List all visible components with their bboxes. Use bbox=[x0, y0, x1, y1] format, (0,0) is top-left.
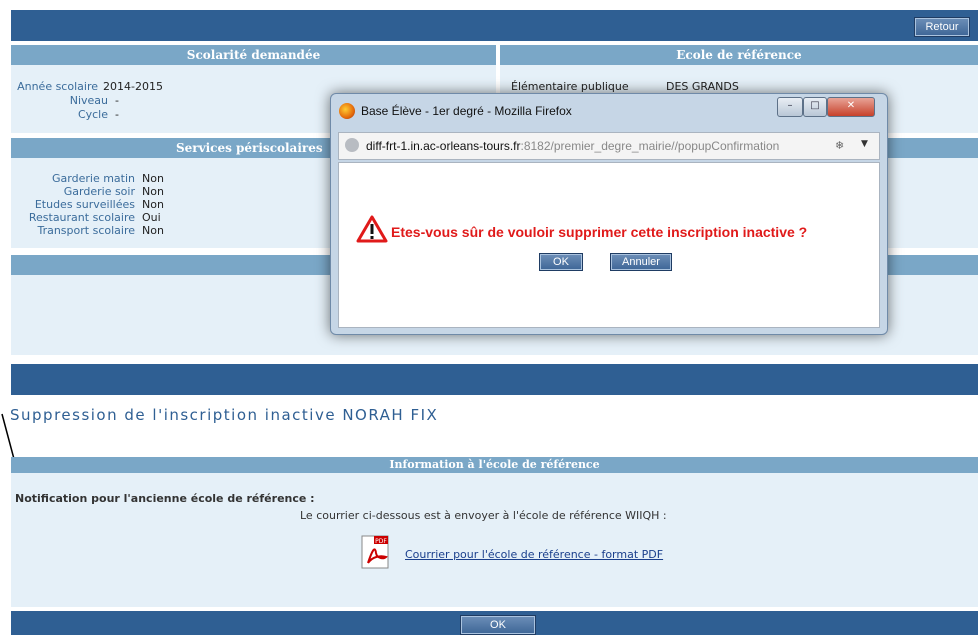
annee-value: 2014-2015 bbox=[103, 80, 163, 93]
top-bar bbox=[11, 10, 978, 41]
ecole-header: Ecole de référence bbox=[500, 45, 978, 65]
url-host: diff-frt-1.in.ac-orleans-tours.fr bbox=[366, 139, 521, 153]
service-label: Etudes surveillées bbox=[34, 198, 135, 211]
dropdown-icon[interactable]: ▼ bbox=[861, 139, 868, 149]
service-value: Non bbox=[142, 172, 164, 185]
ok-button[interactable]: OK bbox=[460, 615, 536, 635]
retour-button[interactable]: Retour bbox=[914, 17, 970, 37]
dialog-annuler-button[interactable]: Annuler bbox=[610, 253, 672, 271]
dialog-ok-button[interactable]: OK bbox=[539, 253, 583, 271]
pdf-link[interactable]: Courrier pour l'école de référence - for… bbox=[405, 549, 663, 560]
cycle-label: Cycle bbox=[77, 108, 108, 121]
close-button[interactable]: ✕ bbox=[827, 97, 875, 117]
annee-label: Année scolaire bbox=[17, 80, 98, 93]
service-label: Restaurant scolaire bbox=[28, 211, 135, 224]
courrier-text: Le courrier ci-dessous est à envoyer à l… bbox=[300, 509, 667, 522]
ecole-name: DES GRANDS bbox=[666, 80, 739, 93]
service-label: Garderie matin bbox=[52, 172, 135, 185]
addon-icon[interactable]: ❄ bbox=[835, 139, 844, 152]
service-value: Non bbox=[142, 185, 164, 198]
dialog-title: Base Élève - 1er degré - Mozilla Firefox bbox=[361, 104, 572, 118]
warning-icon bbox=[356, 215, 388, 243]
dialog-content: Etes-vous sûr de vouloir supprimer cette… bbox=[338, 162, 880, 328]
information-panel bbox=[11, 457, 978, 607]
confirm-message: Etes-vous sûr de vouloir supprimer cette… bbox=[391, 224, 808, 240]
service-value: Non bbox=[142, 198, 164, 211]
pdf-icon-text: PDF bbox=[375, 538, 387, 545]
information-header: Information à l'école de référence bbox=[11, 457, 978, 473]
url-bar[interactable]: diff-frt-1.in.ac-orleans-tours.fr:8182/p… bbox=[338, 132, 880, 160]
confirm-dialog: Base Élève - 1er degré - Mozilla Firefox… bbox=[330, 93, 888, 335]
url-rest: :8182/premier_degre_mairie//popupConfirm… bbox=[520, 139, 780, 153]
maximize-button[interactable]: □ bbox=[803, 97, 827, 117]
section-bar bbox=[11, 364, 978, 395]
niveau-label: Niveau bbox=[69, 94, 108, 107]
minimize-button[interactable]: – bbox=[777, 97, 803, 117]
cycle-value: - bbox=[115, 108, 119, 121]
scolarite-header: Scolarité demandée bbox=[11, 45, 496, 65]
service-label: Transport scolaire bbox=[37, 224, 135, 237]
service-value: Oui bbox=[142, 211, 161, 224]
niveau-value: - bbox=[115, 94, 119, 107]
services-title: Services périscolaires bbox=[176, 141, 323, 155]
pdf-icon[interactable]: PDF bbox=[360, 535, 392, 569]
ecole-type: Élémentaire publique bbox=[511, 80, 629, 93]
suppression-title: Suppression de l'inscription inactive NO… bbox=[10, 406, 439, 424]
globe-icon bbox=[345, 138, 359, 152]
notification-label: Notification pour l'ancienne école de ré… bbox=[15, 492, 315, 505]
firefox-icon bbox=[339, 103, 355, 119]
service-value: Non bbox=[142, 224, 164, 237]
service-label: Garderie soir bbox=[63, 185, 135, 198]
url-text: diff-frt-1.in.ac-orleans-tours.fr:8182/p… bbox=[366, 139, 780, 153]
